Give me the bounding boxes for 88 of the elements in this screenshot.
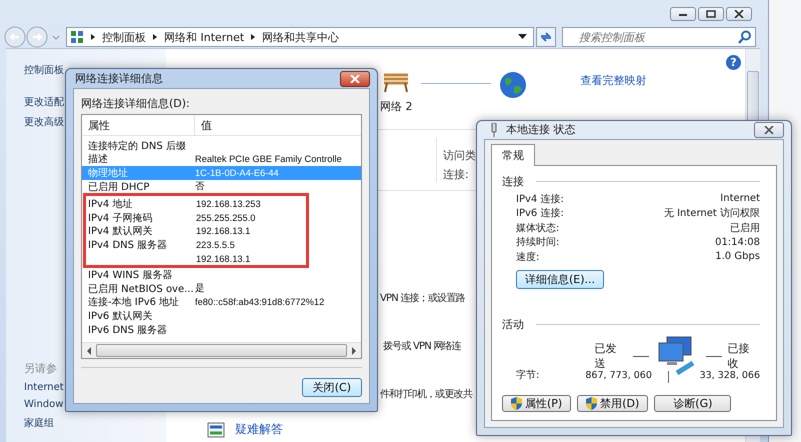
shield-icon xyxy=(586,397,598,410)
close-icon xyxy=(734,10,744,18)
dialog-button[interactable]: 诊断(G) xyxy=(654,395,732,412)
bytes-label: 字节: xyxy=(515,368,540,382)
list-row[interactable]: IPv6 DNS 服务器 xyxy=(82,322,361,336)
list-row[interactable]: IPv4 地址 192.168.13.253 xyxy=(86,197,306,211)
close-icon xyxy=(764,126,774,134)
dialog-title: 本地连接 状态 xyxy=(506,122,576,138)
field-value: Internet xyxy=(720,193,760,204)
list-row[interactable]: 连接-本地 IPv6 地址 fe80::c58f:ab43:91d8:6772%12 xyxy=(82,296,361,310)
list-row[interactable]: 连接特定的 DNS 后缀 xyxy=(82,139,361,153)
column-header[interactable]: 属性 xyxy=(82,115,195,135)
list-row[interactable]: IPv4 DNS 服务器 223.5.5.5 xyxy=(86,238,306,252)
sent-label: 已发送 xyxy=(594,341,618,371)
close-button[interactable] xyxy=(340,70,370,86)
list-row[interactable]: IPv4 默认网关 192.168.13.1 xyxy=(86,224,306,238)
close-icon xyxy=(350,74,360,82)
bytes-received: 33, 328, 066 xyxy=(698,370,760,380)
field-label: 持续时间: xyxy=(516,236,560,250)
task-description: 拨号或 VPN 网络连 xyxy=(383,340,461,353)
breadcrumb-item[interactable]: 网络和共享中心 xyxy=(262,30,340,44)
dropdown-caret-icon[interactable] xyxy=(518,34,527,40)
list-label: 网络连接详细信息(D): xyxy=(81,96,191,111)
field-label: 速度: xyxy=(516,250,540,264)
section-heading: 连接 xyxy=(502,174,524,188)
scroll-right-arrow-icon[interactable] xyxy=(351,346,357,354)
refresh-button[interactable] xyxy=(536,27,556,47)
task-description: VPN 连接；或设置路 xyxy=(380,292,465,305)
sidebar-link[interactable]: Internet xyxy=(24,382,64,393)
network-name: 网络 2 xyxy=(380,99,412,114)
chevron-icon xyxy=(249,33,258,41)
troubleshoot-icon xyxy=(207,422,225,438)
field-value: 已启用 xyxy=(730,222,760,235)
task-description: 件和打印机，或更改共 xyxy=(380,388,472,401)
received-label: 已接收 xyxy=(728,341,751,371)
maximize-icon xyxy=(706,10,716,18)
refresh-icon xyxy=(539,31,553,43)
search-icon[interactable] xyxy=(738,30,752,44)
control-panel-icon xyxy=(70,30,84,44)
dialog-title: 网络连接详细信息 xyxy=(74,71,163,86)
minimize-icon xyxy=(678,11,688,17)
list-row[interactable]: 描述 Realtek PCIe GBE Family Controlle xyxy=(82,152,361,166)
minimize-button[interactable] xyxy=(670,7,696,21)
breadcrumb-item[interactable]: 网络和 Internet xyxy=(164,30,244,44)
close-button[interactable] xyxy=(754,122,784,138)
detail-label: 访问类 xyxy=(443,148,476,163)
close-dialog-button[interactable]: 关闭(C) xyxy=(302,378,362,397)
network-plug-icon xyxy=(490,122,498,137)
search-field[interactable]: 搜索控制面板 xyxy=(562,27,756,47)
list-row[interactable]: IPv4 子网掩码 255.255.255.0 xyxy=(86,210,306,225)
field-value: 01:14:08 xyxy=(715,236,760,248)
field-value: 1.0 Gbps xyxy=(715,251,760,262)
scroll-left-arrow-icon[interactable] xyxy=(86,346,92,354)
field-label: IPv4 连接: xyxy=(516,192,564,206)
sidebar-link[interactable]: 家庭组 xyxy=(24,416,54,430)
field-value: 无 Internet 访问权限 xyxy=(664,206,760,220)
bytes-sent: 867, 773, 060 xyxy=(585,370,653,380)
chevron-icon xyxy=(89,33,97,41)
column-header[interactable]: 值 xyxy=(195,115,361,135)
details-button[interactable]: 详细信息(E)... xyxy=(516,270,604,289)
field-label: IPv6 连接: xyxy=(516,206,564,220)
list-row[interactable]: 已启用 NetBIOS ove...是 xyxy=(82,282,361,296)
list-row[interactable]: 192.168.13.1 xyxy=(86,252,306,266)
list-row[interactable]: IPv6 默认网关 xyxy=(82,309,361,323)
list-row[interactable]: IPv4 WINS 服务器 xyxy=(82,268,361,282)
detail-label: 连接: xyxy=(443,167,470,182)
list-row[interactable]: 已启用 DHCP 否 xyxy=(82,180,361,194)
section-heading: 活动 xyxy=(502,317,524,332)
address-bar[interactable]: 控制面板 网络和 Internet 网络和共享中心 xyxy=(66,27,534,47)
sidebar-link[interactable]: Window xyxy=(24,399,64,410)
sidebar-link[interactable]: 更改适配 xyxy=(24,95,64,109)
troubleshoot-link[interactable]: 疑难解答 xyxy=(235,421,283,438)
dialog-button[interactable]: 属性(P) xyxy=(502,395,572,412)
close-button[interactable] xyxy=(726,7,752,21)
tab[interactable]: 常规 xyxy=(491,144,535,166)
shield-icon xyxy=(511,397,522,410)
field-label: 媒体状态: xyxy=(516,222,560,235)
dialog-button[interactable]: 禁用(D) xyxy=(577,395,648,412)
breadcrumb-item[interactable]: 控制面板 xyxy=(102,30,146,44)
chevron-icon xyxy=(151,33,159,41)
help-button[interactable]: ? xyxy=(726,55,741,70)
full-map-link[interactable]: 查看完整映射 xyxy=(580,73,646,88)
sidebar-link[interactable]: 更改高级 xyxy=(24,115,64,129)
globe-icon xyxy=(498,71,526,99)
maximize-button[interactable] xyxy=(698,7,724,21)
sidebar-link[interactable]: 控制面板 xyxy=(24,63,64,77)
see-also-heading: 另请参 xyxy=(24,361,57,376)
horizontal-scrollbar[interactable] xyxy=(82,342,361,358)
